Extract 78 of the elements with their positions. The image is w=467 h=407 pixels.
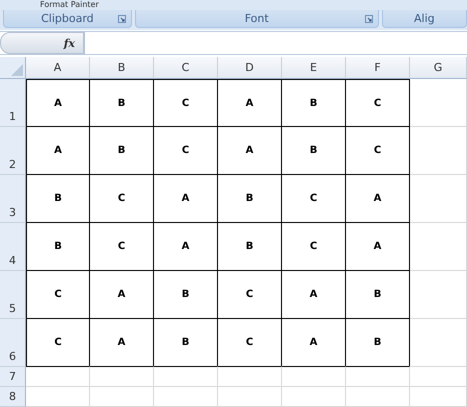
empty-cell (410, 175, 467, 223)
table-cell: B (154, 319, 218, 367)
column-header[interactable]: B (90, 57, 154, 79)
table-cell: C (346, 127, 410, 175)
table-cell: C (218, 271, 282, 319)
column-header[interactable]: E (282, 57, 346, 79)
column-header[interactable]: D (218, 57, 282, 79)
table-cell: A (26, 127, 90, 175)
empty-cell (346, 366, 410, 387)
table-cell: C (26, 319, 90, 367)
column-header[interactable]: F (346, 57, 410, 79)
empty-cell (154, 366, 218, 387)
table-cell: A (26, 79, 90, 127)
table-cell: C (346, 79, 410, 127)
group-label: Font (244, 12, 269, 26)
table-cell: A (218, 127, 282, 175)
table-cell: B (26, 175, 90, 223)
table-cell: C (90, 175, 154, 223)
dialog-launcher-icon[interactable] (364, 15, 373, 23)
table-cell: C (218, 319, 282, 367)
table-cell: A (90, 271, 154, 319)
empty-cell (90, 387, 154, 407)
table-cell: B (154, 271, 218, 319)
row-header[interactable]: 8 (0, 387, 26, 407)
empty-cell (410, 271, 467, 319)
table-cell: A (154, 175, 218, 223)
table-cell: B (218, 175, 282, 223)
table-cell: B (346, 319, 410, 367)
group-label: Clipboard (41, 12, 94, 26)
empty-cell (218, 366, 282, 387)
table-cell: B (282, 127, 346, 175)
empty-cell (410, 319, 467, 367)
empty-cell (410, 79, 467, 127)
table-cell: B (90, 127, 154, 175)
table-cell: A (90, 319, 154, 367)
empty-cell (282, 366, 346, 387)
column-header[interactable]: G (410, 57, 467, 79)
table-cell: A (346, 223, 410, 271)
group-label: Alig (414, 12, 435, 26)
dialog-launcher-icon[interactable] (118, 15, 126, 23)
row-header[interactable]: 6 (0, 319, 26, 367)
empty-cell (410, 223, 467, 271)
column-header[interactable]: A (26, 57, 90, 79)
triangle-icon (11, 64, 23, 76)
table-cell: A (346, 175, 410, 223)
table-cell: C (282, 223, 346, 271)
table-cell: B (26, 223, 90, 271)
empty-cell (346, 387, 410, 407)
column-header[interactable]: C (154, 57, 218, 79)
row-header[interactable]: 7 (0, 367, 26, 387)
table-cell: C (26, 271, 90, 319)
insert-function-button[interactable]: fx (64, 36, 75, 50)
row-header[interactable]: 4 (0, 223, 26, 271)
name-box[interactable]: fx (0, 32, 84, 54)
row-header[interactable]: 5 (0, 271, 26, 319)
table-cell: A (282, 271, 346, 319)
table-cell: B (218, 223, 282, 271)
table-cell: B (346, 271, 410, 319)
empty-cell (410, 127, 467, 175)
format-painter-button[interactable]: Format Painter (40, 0, 99, 10)
row-header[interactable]: 1 (0, 79, 26, 127)
table-cell: A (282, 319, 346, 367)
row-header[interactable]: 2 (0, 127, 26, 175)
table-cell: C (90, 223, 154, 271)
empty-cell (218, 387, 282, 407)
empty-cell (282, 387, 346, 407)
empty-cell (90, 366, 154, 387)
table-cell: A (218, 79, 282, 127)
empty-cell (410, 387, 467, 407)
table-cell: B (90, 79, 154, 127)
table-cell: B (282, 79, 346, 127)
table-cell: C (154, 79, 218, 127)
table-cell: A (154, 223, 218, 271)
table-cell: C (282, 175, 346, 223)
empty-cell (410, 367, 467, 387)
table-cell: C (154, 127, 218, 175)
row-header[interactable]: 3 (0, 175, 26, 223)
empty-cell (154, 387, 218, 407)
